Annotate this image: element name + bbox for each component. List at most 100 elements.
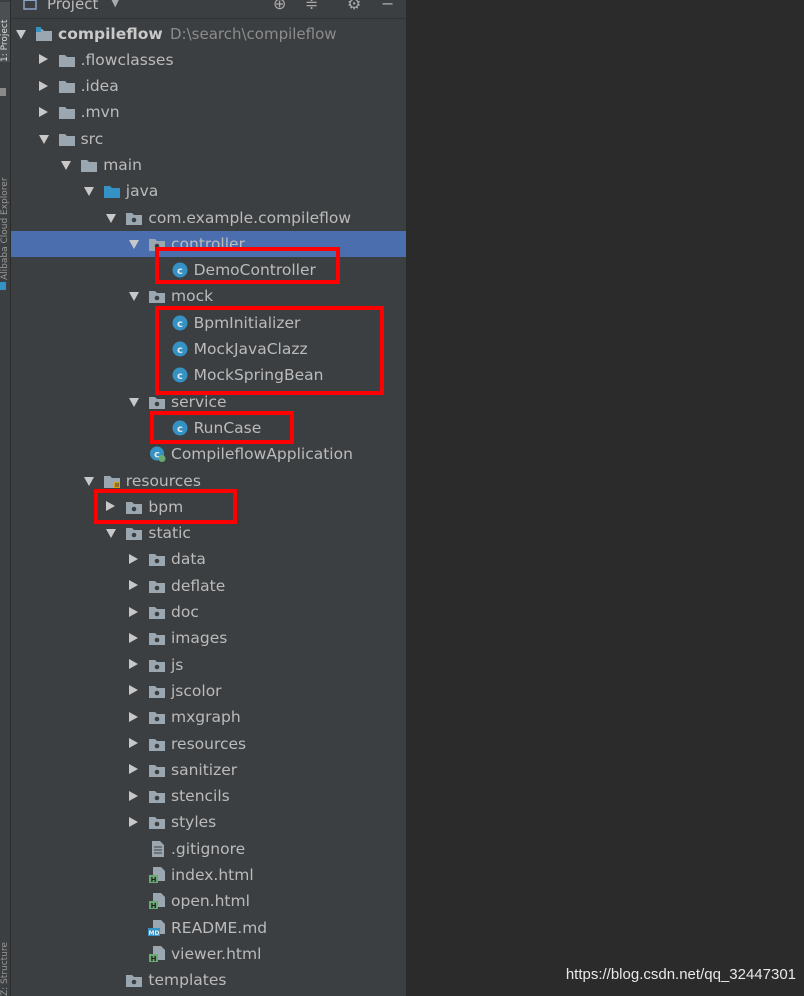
expand-arrow-right-icon[interactable] [129,711,138,722]
tree-item-label: jscolor [171,681,222,700]
project-view-icon [23,0,37,10]
tree-item-label: data [171,550,206,569]
expand-arrow-right-icon[interactable] [129,764,138,775]
tree-row[interactable]: compileflow D:\search\compileflow [11,21,406,47]
minimize-icon[interactable]: − [381,0,394,13]
tree-row[interactable]: jscolor [11,678,406,704]
tree-item-label: sanitizer [171,760,238,779]
tree-item-label: README.md [171,918,268,937]
tree-row[interactable]: com.example.compileflow [11,205,406,231]
structure-tool-tab[interactable]: Z: Structure [0,920,10,996]
tree-item-label: resources [171,734,247,753]
tree-item-label: index.html [171,866,254,884]
tree-row[interactable]: java [11,178,406,204]
expand-arrow-right-icon[interactable] [129,738,138,749]
expand-arrow-right-icon[interactable] [129,632,138,643]
watermark: https://blog.csdn.net/qq_32447301 [565,966,796,983]
tree-item-label: stencils [171,787,230,806]
expand-arrow-right-icon[interactable] [129,790,138,801]
tree-row[interactable]: doc [11,599,406,625]
tree-row[interactable]: templates [11,967,406,993]
expand-arrow-right-icon[interactable] [129,816,138,827]
expand-arrow-down-icon[interactable] [129,397,139,407]
package-icon [148,652,166,678]
expand-arrow-right-icon[interactable] [129,580,138,591]
package-icon [148,573,166,599]
project-tool-tab[interactable]: 1: Project [0,2,10,62]
expand-arrow-right-icon[interactable] [129,659,138,670]
tree-row[interactable]: c CompileflowApplication [11,441,406,467]
tree-item-label: .gitignore [171,839,246,858]
expand-arrow-down-icon[interactable] [129,239,139,249]
package-icon [125,967,143,993]
tree-item-label: styles [171,813,217,832]
tree-item-label: .idea [80,77,119,96]
tree-row[interactable]: resources [11,731,406,757]
module-folder-icon [35,21,53,47]
tree-row[interactable]: static [11,520,406,546]
highlight-box-mock-classes [155,306,384,395]
tree-row[interactable]: main [11,152,406,178]
tree-row[interactable]: .idea [11,73,406,99]
svg-text:H: H [151,955,157,962]
markdown-file-icon: MD [148,915,166,941]
gear-icon[interactable]: ⚙ [347,0,361,13]
spring-boot-class-icon: c [148,441,166,467]
tree-row[interactable]: deflate [11,573,406,599]
expand-arrow-right-icon[interactable] [129,553,138,564]
tree-item-label: com.example.compileflow [148,208,352,227]
expand-arrow-right-icon[interactable] [38,106,48,117]
expand-arrow-down-icon[interactable] [61,160,72,170]
tree-row[interactable]: Hopen.html [11,888,406,914]
package-icon [148,757,166,783]
package-icon [148,731,166,757]
tree-row[interactable]: Hindex.html [11,862,406,888]
folder-icon [58,126,76,152]
collapse-icon[interactable]: ≑ [305,0,318,13]
tree-row[interactable]: Hviewer.html [11,941,406,967]
expand-arrow-down-icon[interactable] [38,134,49,144]
expand-arrow-down-icon[interactable] [106,529,117,539]
expand-arrow-right-icon[interactable] [38,54,48,65]
tree-item-path: D:\search\compileflow [170,24,337,43]
left-tool-strip: 1: Project Alibaba Cloud Explorer Z: Str… [0,0,11,996]
expand-arrow-down-icon[interactable] [83,187,94,197]
expand-arrow-down-icon[interactable] [106,213,117,223]
expand-arrow-down-icon[interactable] [83,476,94,486]
package-icon [148,678,166,704]
view-selector-chevron-down-icon[interactable]: ▼ [111,0,119,9]
tree-row[interactable]: data [11,546,406,572]
folder-icon [80,152,98,178]
tree-row[interactable]: js [11,652,406,678]
crosshair-icon[interactable]: ⊕ [273,0,286,13]
tree-item-label: images [171,629,228,648]
tree-item-label: .flowclasses [80,50,174,69]
tree-item-label: static [148,524,191,543]
highlight-box-runcase [150,411,294,444]
html-file-icon: H [148,862,166,888]
expand-arrow-down-icon[interactable] [129,292,139,302]
tree-row[interactable]: mxgraph [11,704,406,730]
tree-row[interactable]: .mvn [11,99,406,125]
tree-item-label: deflate [171,576,226,595]
expand-arrow-right-icon[interactable] [38,80,48,91]
tree-row[interactable]: .gitignore [11,836,406,862]
tree-row[interactable]: stencils [11,783,406,809]
expand-arrow-right-icon[interactable] [129,685,138,696]
tree-row[interactable]: images [11,625,406,651]
highlight-box-bpm [94,489,237,524]
tree-row[interactable]: sanitizer [11,757,406,783]
tree-row[interactable]: styles [11,809,406,835]
tree-row[interactable]: MD README.md [11,915,406,941]
tree-row[interactable]: .flowclasses [11,47,406,73]
expand-arrow-down-icon[interactable] [16,29,26,39]
project-panel-header: Project ▼ ⊕ ≑ ⚙ − [11,0,406,19]
tree-item-label: main [103,155,142,174]
svg-text:MD: MD [149,930,160,936]
cloud-explorer-tool-tab[interactable]: Alibaba Cloud Explorer [0,130,10,280]
tree-item-label: open.html [171,892,250,911]
tree-item-label: compileflow [58,24,163,43]
expand-arrow-right-icon[interactable] [129,606,138,617]
project-panel-title[interactable]: Project [47,0,98,13]
tree-row[interactable]: src [11,126,406,152]
